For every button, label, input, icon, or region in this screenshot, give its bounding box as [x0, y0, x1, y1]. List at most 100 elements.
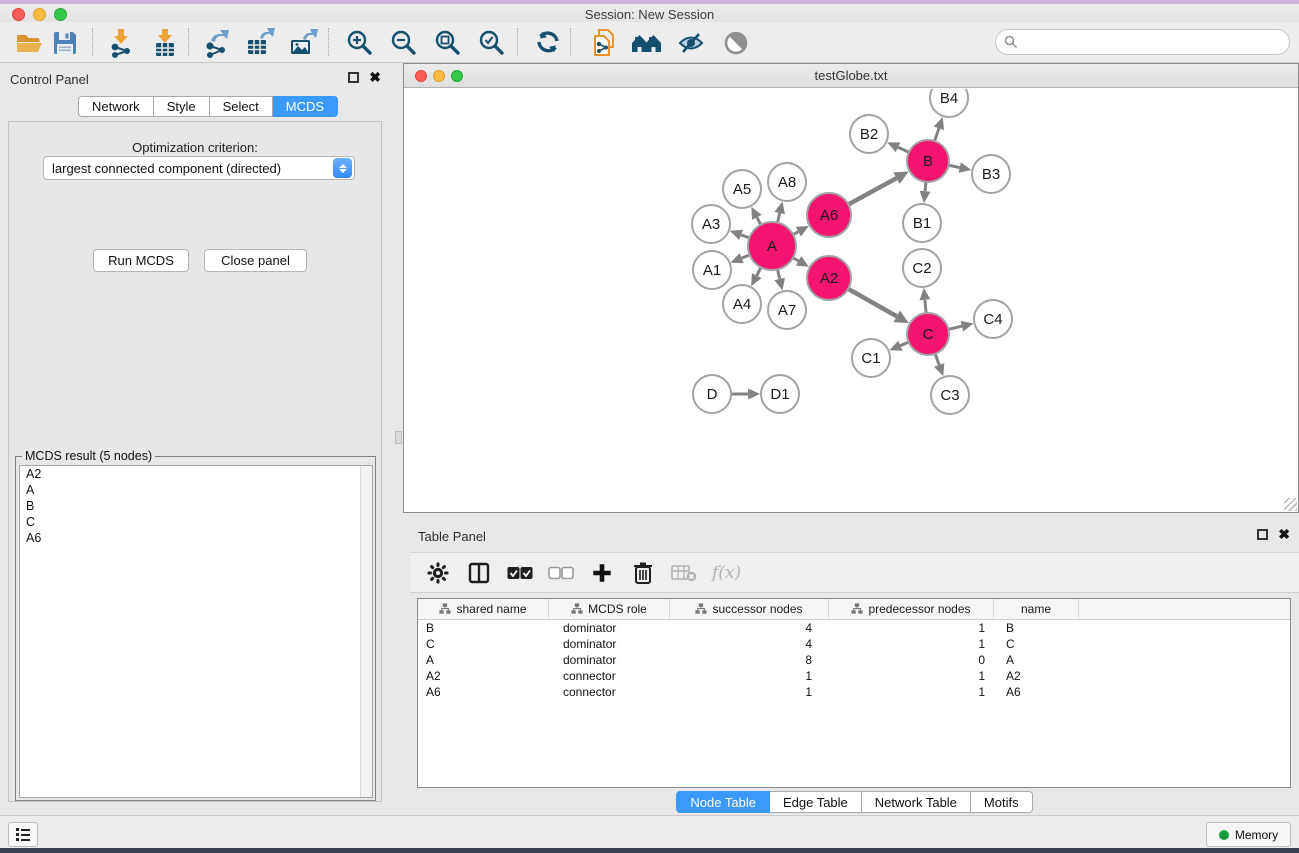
- table-row[interactable]: A2connector11A2: [418, 668, 1290, 684]
- zoom-selected-button[interactable]: [475, 27, 509, 58]
- deselect-all-button[interactable]: [548, 560, 574, 586]
- edge-B-B1[interactable]: [925, 182, 926, 191]
- network-view-window: testGlobe.txt B4B2BB3A8A5A6A3B1AA1C2A2A4…: [403, 63, 1299, 513]
- export-table-button[interactable]: [243, 27, 277, 58]
- trash-icon: [632, 561, 654, 585]
- select-all-button[interactable]: [507, 560, 533, 586]
- cell: 1: [670, 684, 829, 700]
- float-panel-icon[interactable]: [1257, 529, 1268, 540]
- edge-A-A1[interactable]: [742, 255, 750, 258]
- memory-status-icon: [1219, 830, 1229, 840]
- close-panel-icon[interactable]: ✖: [369, 72, 381, 83]
- node-label-A8: A8: [778, 174, 796, 191]
- result-item[interactable]: C: [20, 514, 372, 530]
- toolbar-separator: [188, 28, 189, 56]
- refresh-button[interactable]: [531, 27, 565, 58]
- edge-C-C4[interactable]: [948, 326, 961, 329]
- table-row[interactable]: Bdominator41B: [418, 620, 1290, 636]
- cell: 4: [670, 620, 829, 636]
- edge-B-B2[interactable]: [898, 147, 909, 152]
- tab-style[interactable]: Style: [154, 96, 210, 117]
- result-item[interactable]: A2: [20, 466, 372, 482]
- edge-B-B4[interactable]: [935, 128, 939, 141]
- table-options-button[interactable]: [425, 560, 451, 586]
- run-mcds-button[interactable]: Run MCDS: [93, 249, 189, 272]
- close-panel-icon[interactable]: ✖: [1278, 529, 1290, 540]
- edge-A-A7[interactable]: [777, 269, 779, 279]
- toolbar-separator: [517, 28, 518, 56]
- memory-button[interactable]: Memory: [1206, 822, 1291, 847]
- edge-A-A8[interactable]: [777, 213, 779, 223]
- zoom-in-button[interactable]: [343, 27, 377, 58]
- edge-A-A5[interactable]: [757, 217, 761, 225]
- node-label-C3: C3: [940, 387, 959, 404]
- edge-arrow-icon: [774, 201, 785, 214]
- search-input[interactable]: [1023, 32, 1289, 52]
- edge-C-C2[interactable]: [925, 300, 926, 313]
- result-item[interactable]: A: [20, 482, 372, 498]
- tab-network[interactable]: Network: [78, 96, 154, 117]
- cell: A: [418, 652, 549, 668]
- result-item[interactable]: B: [20, 498, 372, 514]
- edge-A6-B[interactable]: [848, 178, 896, 204]
- export-image-button[interactable]: [286, 27, 320, 58]
- import-network-button[interactable]: [105, 27, 139, 58]
- cell: A6: [418, 684, 549, 700]
- node-table[interactable]: shared nameMCDS rolesuccessor nodesprede…: [417, 598, 1291, 788]
- tab-select[interactable]: Select: [210, 96, 273, 117]
- tab-edge-table[interactable]: Edge Table: [770, 791, 862, 813]
- node-label-C2: C2: [912, 260, 931, 277]
- import-table-button[interactable]: [148, 27, 182, 58]
- show-commands-button[interactable]: [8, 822, 38, 847]
- edge-A2-C[interactable]: [848, 289, 897, 317]
- table-body: Bdominator41BCdominator41CAdominator80AA…: [418, 620, 1290, 700]
- close-panel-button[interactable]: Close panel: [204, 249, 307, 272]
- table-row[interactable]: Adominator80A: [418, 652, 1290, 668]
- show-columns-button[interactable]: [466, 560, 492, 586]
- save-session-button[interactable]: [48, 27, 82, 58]
- edge-A-A4[interactable]: [757, 267, 761, 275]
- zoom-fit-button[interactable]: [431, 27, 465, 58]
- edge-A-A3[interactable]: [741, 235, 749, 238]
- table-row[interactable]: Cdominator41C: [418, 636, 1290, 652]
- edge-B-B3[interactable]: [949, 165, 960, 167]
- search-field[interactable]: [995, 29, 1290, 55]
- column-header-shared-name[interactable]: shared name: [418, 599, 549, 619]
- tab-mcds[interactable]: MCDS: [273, 96, 338, 117]
- column-header-successor-nodes[interactable]: successor nodes: [670, 599, 829, 619]
- mcds-result-list[interactable]: A2ABCA6: [19, 465, 373, 798]
- create-column-button[interactable]: [589, 560, 615, 586]
- edge-C-C1[interactable]: [900, 342, 908, 345]
- attribute-type-icon: [851, 603, 863, 615]
- tab-motifs[interactable]: Motifs: [971, 791, 1033, 813]
- clone-network-button[interactable]: [587, 27, 621, 58]
- attribute-type-icon: [695, 603, 707, 615]
- delete-column-button[interactable]: [630, 560, 656, 586]
- birdseye-button[interactable]: [719, 27, 753, 58]
- zoom-out-button[interactable]: [387, 27, 421, 58]
- scrollbar-track[interactable]: [360, 466, 372, 797]
- tab-network-table[interactable]: Network Table: [862, 791, 971, 813]
- result-item[interactable]: A6: [20, 530, 372, 546]
- split-pane-handle[interactable]: [395, 431, 402, 444]
- column-header-predecessor-nodes[interactable]: predecessor nodes: [829, 599, 994, 619]
- network-graph[interactable]: B4B2BB3A8A5A6A3B1AA1C2A2A4A7C4CC1C3DD1: [404, 89, 1298, 512]
- graphics-details-button[interactable]: [674, 27, 708, 58]
- home-button[interactable]: [630, 27, 664, 58]
- table-panel: Table Panel ✖: [410, 520, 1299, 815]
- resize-grip-icon[interactable]: [1284, 498, 1297, 511]
- import-network-icon: [108, 28, 136, 58]
- float-panel-icon[interactable]: [348, 72, 359, 83]
- optimization-dropdown[interactable]: largest connected component (directed): [43, 156, 355, 180]
- edge-C-C3[interactable]: [935, 354, 939, 365]
- table-row[interactable]: A6connector11A6: [418, 684, 1290, 700]
- column-header-name[interactable]: name: [994, 599, 1079, 619]
- control-panel-title: Control Panel: [10, 72, 89, 87]
- tab-node-table[interactable]: Node Table: [676, 791, 770, 813]
- columns-icon: [467, 561, 491, 585]
- export-network-button[interactable]: [200, 27, 234, 58]
- column-header-MCDS-role[interactable]: MCDS role: [549, 599, 670, 619]
- table-panel-title: Table Panel: [418, 529, 486, 544]
- open-session-button[interactable]: [13, 27, 47, 58]
- network-canvas[interactable]: B4B2BB3A8A5A6A3B1AA1C2A2A4A7C4CC1C3DD1: [404, 89, 1298, 512]
